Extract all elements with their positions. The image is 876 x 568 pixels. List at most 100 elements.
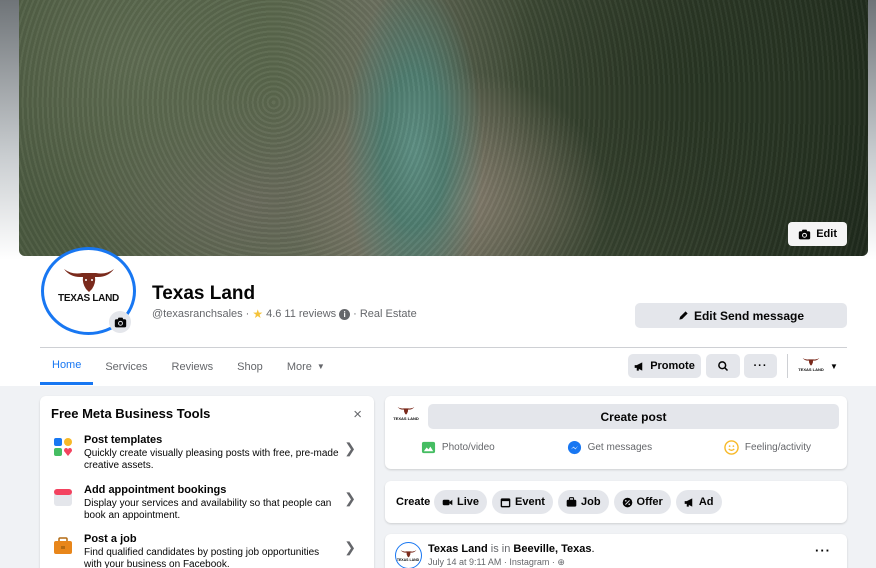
more-options-button[interactable]: ···	[744, 354, 777, 378]
cover-photo: Edit	[19, 0, 868, 256]
longhorn-icon	[400, 550, 417, 558]
calendar-icon	[54, 489, 72, 506]
chevron-right-icon: ❯	[344, 490, 356, 506]
tab-shop[interactable]: Shop	[225, 348, 275, 385]
tab-reviews[interactable]: Reviews	[160, 348, 226, 385]
logo-text: TEXAS LAND	[58, 293, 119, 304]
rating-value: 4.6	[266, 308, 282, 320]
tab-label: Home	[52, 359, 82, 371]
post-location[interactable]: Beeville, Texas	[513, 543, 591, 555]
post-meta: July 14 at 9:11 AM · Instagram · ⊕	[428, 557, 565, 568]
tool-description: Display your services and availability s…	[84, 498, 332, 521]
post-options-button[interactable]: ···	[815, 543, 831, 558]
business-tools-card: Free Meta Business Tools × Post template…	[40, 396, 374, 568]
chip-label: Live	[457, 496, 480, 508]
live-video-icon	[442, 499, 453, 505]
get-messages-button[interactable]: Get messages	[567, 440, 652, 455]
tab-label: Services	[105, 360, 148, 373]
tools-title: Free Meta Business Tools	[51, 406, 211, 421]
tab-more[interactable]: More ▼	[275, 348, 337, 385]
post-author[interactable]: Texas Land	[428, 543, 488, 555]
edit-send-label: Edit Send message	[693, 308, 805, 323]
briefcase-icon	[54, 537, 72, 554]
create-live-button[interactable]: Live	[434, 490, 488, 514]
longhorn-icon	[802, 358, 820, 366]
smiley-icon	[724, 440, 739, 455]
page-category: Real Estate	[359, 308, 417, 320]
chip-label: Ad	[698, 496, 714, 508]
offer-tag-icon	[622, 497, 632, 507]
calendar-icon	[500, 497, 511, 507]
longhorn-icon	[63, 269, 114, 292]
cover-texture	[19, 0, 868, 256]
post-avatar-logo-text: TEXAS LAND	[396, 558, 420, 562]
reviews-link[interactable]: 11 reviews	[284, 308, 336, 320]
camera-icon	[799, 229, 811, 239]
post-period: .	[591, 543, 595, 555]
composer-avatar: TEXAS LAND	[393, 404, 419, 426]
close-icon[interactable]: ×	[353, 406, 362, 423]
get-messages-label: Get messages	[587, 442, 653, 453]
create-chips: Live Event Job Offer Ad	[434, 490, 722, 514]
create-event-button[interactable]: Event	[492, 490, 553, 514]
tool-post-templates[interactable]: Post templates Quickly create visually p…	[52, 434, 362, 478]
longhorn-icon	[397, 407, 415, 415]
account-logo-text: TEXAS LAND	[798, 367, 824, 372]
briefcase-icon	[566, 496, 577, 507]
templates-icon	[54, 438, 72, 456]
tab-services[interactable]: Services	[93, 348, 159, 385]
chevron-right-icon: ❯	[344, 440, 356, 456]
account-switcher[interactable]: TEXAS LAND ▼	[798, 354, 840, 378]
create-post-button[interactable]: Create post	[428, 404, 839, 429]
tool-post-a-job[interactable]: Post a job Find qualified candidates by …	[52, 533, 362, 568]
promote-button[interactable]: Promote	[628, 354, 701, 378]
page-tabs: Home Services Reviews Shop More ▼	[40, 348, 337, 385]
tab-home[interactable]: Home	[40, 348, 94, 385]
promote-label: Promote	[650, 360, 695, 372]
separator: ·	[353, 308, 357, 320]
photo-video-button[interactable]: Photo/video	[421, 440, 495, 455]
edit-send-message-button[interactable]: Edit Send message	[635, 303, 847, 328]
tab-label: Reviews	[171, 360, 214, 373]
feeling-activity-label: Feeling/activity	[744, 442, 812, 453]
feed-post: TEXAS LAND Texas Land is in Beeville, Te…	[385, 534, 847, 568]
chip-label: Job	[580, 496, 601, 508]
composer-logo-text: TEXAS LAND	[393, 416, 419, 421]
chevron-right-icon: ❯	[344, 539, 356, 555]
post-source: Instagram	[509, 557, 550, 567]
camera-icon	[114, 317, 126, 327]
create-ad-button[interactable]: Ad	[675, 490, 722, 514]
info-icon[interactable]: i	[339, 308, 351, 320]
chip-label: Offer	[636, 496, 663, 508]
photo-icon	[421, 441, 435, 454]
more-dots-icon: ···	[753, 360, 768, 372]
create-job-button[interactable]: Job	[557, 490, 609, 514]
update-avatar-button[interactable]	[109, 311, 131, 333]
create-offer-button[interactable]: Offer	[613, 490, 671, 514]
post-author-avatar[interactable]: TEXAS LAND	[395, 542, 422, 568]
tool-title: Post templates	[84, 434, 163, 446]
caret-down-icon: ▼	[316, 362, 325, 371]
tool-title: Add appointment bookings	[84, 484, 227, 496]
star-icon: ★	[252, 307, 264, 321]
post-is-in: is in	[487, 543, 514, 555]
tool-appointment-bookings[interactable]: Add appointment bookings Display your se…	[52, 484, 362, 528]
separator: ·	[245, 308, 250, 320]
account-avatar: TEXAS LAND	[798, 355, 824, 377]
tab-label: More	[286, 360, 312, 373]
page-title: Texas Land	[152, 283, 256, 304]
photo-video-label: Photo/video	[441, 442, 495, 453]
feeling-activity-button[interactable]: Feeling/activity	[724, 440, 811, 455]
tool-title: Post a job	[84, 533, 137, 545]
pencil-icon	[679, 311, 688, 320]
create-bar: Create Live Event Job Offer Ad	[385, 481, 847, 523]
page-header: Edit TEXAS LAND Texas Land @texasranchsa…	[0, 0, 876, 386]
search-button[interactable]	[706, 354, 740, 378]
messenger-icon	[567, 440, 581, 455]
post-timestamp[interactable]: July 14 at 9:11 AM	[428, 557, 501, 567]
edit-cover-label: Edit	[816, 228, 837, 240]
edit-cover-button[interactable]: Edit	[788, 222, 847, 246]
caret-down-icon: ▼	[830, 361, 838, 371]
page-handle: @texasranchsales	[152, 308, 243, 320]
post-header: Texas Land is in Beeville, Texas.	[428, 543, 595, 555]
